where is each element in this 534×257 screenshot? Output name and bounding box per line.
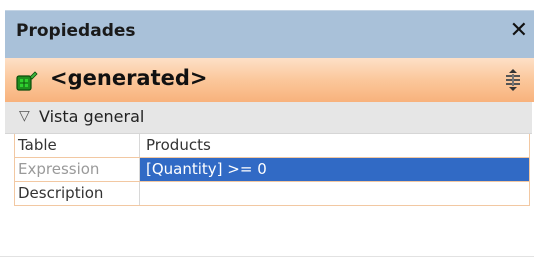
object-header: <generated> (5, 58, 534, 102)
section-label: Vista general (39, 107, 145, 126)
properties-panel: Propiedades ✕ <generated> ▽ Vista genera… (0, 0, 534, 257)
property-grid: Table Products Expression [Quantity] >= … (14, 134, 530, 206)
property-name: Description (18, 184, 104, 202)
property-row-expression[interactable]: Expression [Quantity] >= 0 (15, 158, 529, 182)
object-name: <generated> (50, 66, 208, 90)
property-name: Expression (18, 160, 100, 178)
property-value[interactable]: [Quantity] >= 0 (140, 158, 529, 181)
close-icon[interactable]: ✕ (510, 20, 528, 42)
section-vista-general[interactable]: ▽ Vista general (5, 102, 532, 134)
property-value[interactable] (140, 182, 529, 205)
property-row-description[interactable]: Description (15, 182, 529, 206)
panel-title: Propiedades (16, 21, 136, 41)
table-expression-icon (16, 71, 38, 91)
property-name: Table (18, 136, 57, 154)
property-value[interactable]: Products (140, 134, 529, 157)
panel-titlebar: Propiedades ✕ (5, 10, 534, 58)
property-row-table[interactable]: Table Products (15, 134, 529, 158)
collapse-triangle-icon[interactable]: ▽ (19, 108, 30, 124)
sort-properties-icon[interactable] (504, 69, 522, 91)
